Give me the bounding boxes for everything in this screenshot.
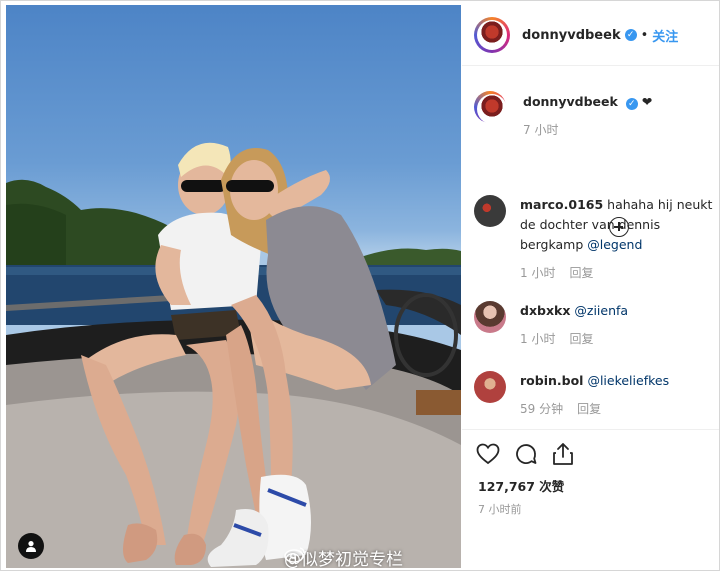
avatar[interactable] (474, 17, 510, 53)
follow-button[interactable]: 关注 (652, 26, 678, 45)
verified-icon: ✓ (624, 29, 637, 41)
caption-username[interactable]: donnyvdbeek (523, 94, 618, 109)
comment-mention[interactable]: @liekeliefkes (587, 373, 669, 388)
post-actions: 127,767 次赞 7 小时前 (462, 429, 719, 517)
comments-list: donnyvdbeek ✓ ❤ 7 小时 marco.0165 hahaha h… (462, 77, 719, 429)
share-icon[interactable] (552, 442, 574, 466)
avatar[interactable] (474, 301, 506, 333)
verified-icon: ✓ (625, 98, 638, 110)
avatar[interactable] (474, 371, 506, 403)
comment-username[interactable]: dxbxkx (520, 303, 570, 318)
like-count[interactable]: 127,767 次赞 (462, 476, 719, 495)
caption-time[interactable]: 7 小时 (523, 120, 718, 140)
comment-username[interactable]: robin.bol (520, 373, 583, 388)
comment-mention[interactable]: @ziienfa (574, 303, 628, 318)
author-username[interactable]: donnyvdbeek (522, 28, 621, 43)
user-tag-icon[interactable] (18, 533, 44, 559)
reply-button[interactable]: 回复 (569, 266, 593, 280)
caption: donnyvdbeek ✓ ❤ 7 小时 (474, 91, 718, 140)
heart-icon[interactable] (476, 443, 500, 465)
watermark: @似梦初觉专栏 (284, 545, 403, 568)
comment-mention[interactable]: @legend (587, 237, 642, 252)
weibo-logo-icon (284, 547, 305, 563)
post-time: 7 小时前 (478, 503, 522, 516)
list-item: marco.0165 hahaha hij neukt de dochter v… (474, 195, 715, 283)
post-frame: @似梦初觉专栏 donnyvdbeek ✓ • 关注 donnyvdbeek ✓… (0, 0, 720, 571)
list-item: robin.bol @liekeliefkes 59 分钟 回复 (474, 371, 715, 419)
photo-scene (6, 142, 461, 568)
caption-avatar[interactable] (474, 91, 507, 124)
comment-time[interactable]: 59 分钟 (520, 402, 563, 416)
comment-time[interactable]: 1 小时 (520, 266, 555, 280)
comment-time[interactable]: 1 小时 (520, 332, 555, 346)
reply-button[interactable]: 回复 (577, 402, 601, 416)
post-photo[interactable]: @似梦初觉专栏 (6, 5, 461, 568)
comment-username[interactable]: marco.0165 (520, 197, 603, 212)
comment-icon[interactable] (514, 442, 538, 466)
post-sidebar: donnyvdbeek ✓ • 关注 donnyvdbeek ✓ ❤ 7 小时 (462, 5, 719, 570)
reply-button[interactable]: 回复 (569, 332, 593, 346)
avatar[interactable] (474, 195, 506, 227)
separator-dot: • (640, 27, 649, 43)
list-item: dxbxkx @ziienfa 1 小时 回复 (474, 301, 715, 349)
heart-emoji: ❤ (641, 94, 653, 109)
post-header: donnyvdbeek ✓ • 关注 (462, 5, 719, 66)
